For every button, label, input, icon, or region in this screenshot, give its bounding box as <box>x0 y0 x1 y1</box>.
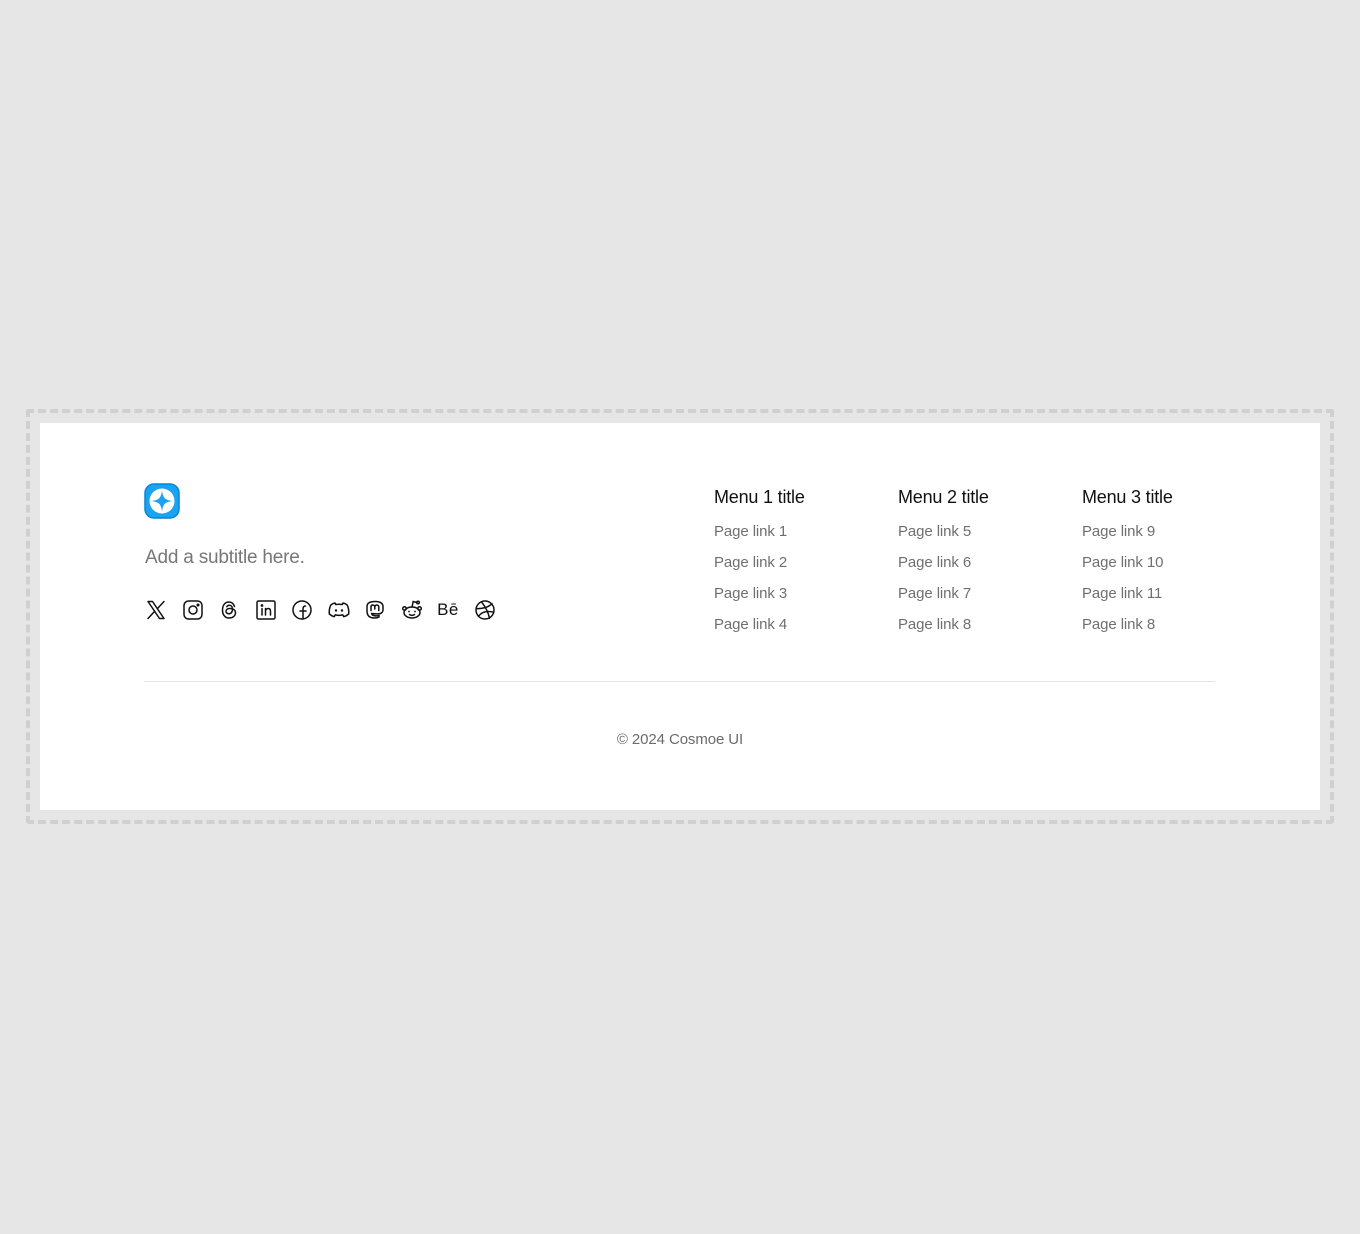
x-icon[interactable] <box>144 598 168 622</box>
menu-2: Menu 2 title Page link 5 Page link 6 Pag… <box>898 486 1082 646</box>
menu-link[interactable]: Page link 10 <box>1082 553 1266 584</box>
menu-link[interactable]: Page link 1 <box>714 522 898 553</box>
menu-link[interactable]: Page link 9 <box>1082 522 1266 553</box>
linkedin-icon[interactable] <box>254 598 278 622</box>
sparkle-star-icon <box>144 483 180 519</box>
mastodon-icon[interactable] <box>363 598 387 622</box>
footer-divider <box>144 681 1215 682</box>
footer-menus: Menu 1 title Page link 1 Page link 2 Pag… <box>714 486 1266 646</box>
menu-title: Menu 3 title <box>1082 487 1173 507</box>
behance-icon[interactable]: Bē <box>436 598 460 622</box>
site-footer: Add a subtitle here. Bē Menu 1 title Pag… <box>40 423 1320 810</box>
dribbble-icon[interactable] <box>473 598 497 622</box>
menu-link[interactable]: Page link 6 <box>898 553 1082 584</box>
menu-1: Menu 1 title Page link 1 Page link 2 Pag… <box>714 486 898 646</box>
instagram-icon[interactable] <box>181 598 205 622</box>
reddit-icon[interactable] <box>400 598 424 622</box>
threads-icon[interactable] <box>217 598 241 622</box>
menu-link[interactable]: Page link 2 <box>714 553 898 584</box>
discord-icon[interactable] <box>327 598 351 622</box>
menu-title: Menu 2 title <box>898 487 989 507</box>
menu-link[interactable]: Page link 5 <box>898 522 1082 553</box>
facebook-icon[interactable] <box>290 598 314 622</box>
copyright-text: © 2024 Cosmoe UI <box>616 731 744 748</box>
menu-link[interactable]: Page link 11 <box>1082 584 1266 615</box>
menu-3: Menu 3 title Page link 9 Page link 10 Pa… <box>1082 486 1266 646</box>
menu-link[interactable]: Page link 8 <box>1082 615 1266 646</box>
social-links: Bē <box>144 598 497 622</box>
brand-logo[interactable] <box>144 483 180 519</box>
menu-link[interactable]: Page link 8 <box>898 615 1082 646</box>
menu-link[interactable]: Page link 3 <box>714 584 898 615</box>
footer-subtitle: Add a subtitle here. <box>145 547 305 568</box>
menu-title: Menu 1 title <box>714 487 805 507</box>
menu-link[interactable]: Page link 7 <box>898 584 1082 615</box>
menu-link[interactable]: Page link 4 <box>714 615 898 646</box>
